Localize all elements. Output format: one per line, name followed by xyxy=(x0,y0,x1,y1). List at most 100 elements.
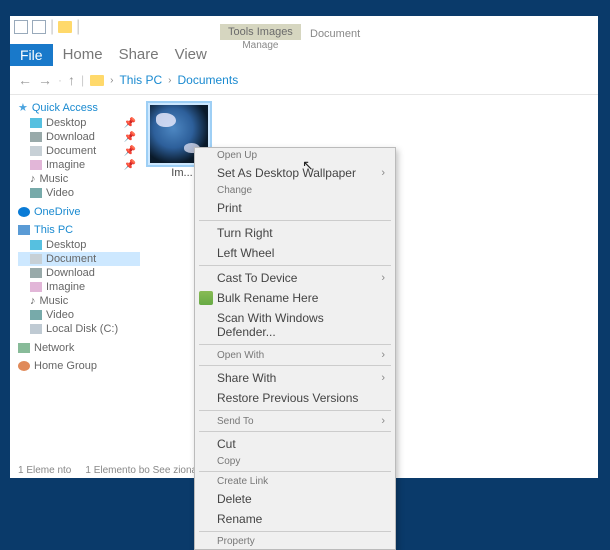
pin-icon: 📌 xyxy=(124,146,136,157)
homegroup-icon xyxy=(18,361,30,371)
separator xyxy=(199,344,391,345)
sidebar-item-pc-music[interactable]: ♪Music xyxy=(18,294,140,308)
status-selection: 1 Elemento bo See zionato xyxy=(85,465,205,476)
context-tab-group[interactable]: Tools Images Manage xyxy=(220,24,301,51)
separator xyxy=(199,220,391,221)
chevron-right-icon: › xyxy=(381,415,385,427)
ribbon-tabs: File Home Share View Tools Images Manage… xyxy=(10,38,598,66)
title-app-icon xyxy=(14,20,28,34)
sidebar-item-pc-imagine[interactable]: Imagine xyxy=(18,280,140,294)
network-icon xyxy=(18,343,30,353)
explorer-window: | | File Home Share View Tools Images Ma… xyxy=(10,16,598,478)
context-menu: Open Up Set As Desktop Wallpaper› Change… xyxy=(194,147,396,550)
separator xyxy=(199,471,391,472)
ctx-bulk-rename[interactable]: Bulk Rename Here xyxy=(195,288,395,308)
home-tab[interactable]: Home xyxy=(55,43,111,66)
sidebar-item-music[interactable]: ♪Music xyxy=(18,172,140,186)
sidebar-network[interactable]: Network xyxy=(18,342,140,354)
sidebar-item-pc-document[interactable]: Document xyxy=(18,252,140,266)
separator xyxy=(199,431,391,432)
pictures-icon xyxy=(30,282,42,292)
ctx-property[interactable]: Property xyxy=(195,534,395,549)
video-icon xyxy=(30,188,42,198)
ctx-copy[interactable]: Copy xyxy=(195,454,395,469)
sidebar-homegroup[interactable]: Home Group xyxy=(18,360,140,372)
ctx-scan[interactable]: Scan With Windows Defender... xyxy=(195,308,395,342)
pin-icon: 📌 xyxy=(124,160,136,171)
document-icon xyxy=(30,254,42,264)
sidebar-item-desktop[interactable]: Desktop📌 xyxy=(18,116,140,130)
separator xyxy=(199,531,391,532)
sidebar-item-pc-disk[interactable]: Local Disk (C:) xyxy=(18,322,140,336)
share-tab[interactable]: Share xyxy=(111,43,167,66)
nav-bar: ← → · ↑ | › This PC › Documents xyxy=(10,66,598,95)
sidebar-quick-access[interactable]: ★Quick Access xyxy=(18,101,140,114)
separator xyxy=(199,410,391,411)
titlebar: | | xyxy=(10,16,598,38)
ctx-turn-right[interactable]: Turn Right xyxy=(195,223,395,243)
ctx-share-with[interactable]: Share With› xyxy=(195,368,395,388)
ctx-print[interactable]: Print xyxy=(195,198,395,218)
pin-icon: 📌 xyxy=(124,132,136,143)
sidebar-item-imagine[interactable]: Imagine📌 xyxy=(18,158,140,172)
ctx-restore[interactable]: Restore Previous Versions xyxy=(195,388,395,408)
sidebar-item-pc-download[interactable]: Download xyxy=(18,266,140,280)
breadcrumb-folder-icon xyxy=(90,75,104,86)
chevron-right-icon: › xyxy=(381,272,385,284)
chevron-right-icon: › xyxy=(110,75,113,86)
download-icon xyxy=(30,268,42,278)
document-icon xyxy=(30,146,42,156)
desktop-icon xyxy=(30,240,42,250)
ctx-create-link[interactable]: Create Link xyxy=(195,474,395,489)
sidebar-item-document[interactable]: Document📌 xyxy=(18,144,140,158)
separator xyxy=(199,365,391,366)
file-tab[interactable]: File xyxy=(10,44,53,66)
sidebar-item-pc-video[interactable]: Video xyxy=(18,308,140,322)
ctx-left-wheel[interactable]: Left Wheel xyxy=(195,243,395,263)
title-tool-icon xyxy=(32,20,46,34)
ctx-cast[interactable]: Cast To Device› xyxy=(195,268,395,288)
chevron-right-icon: › xyxy=(381,167,385,179)
nav-forward[interactable]: → xyxy=(38,72,52,88)
breadcrumb-current[interactable]: Documents xyxy=(178,73,239,87)
chevron-right-icon: › xyxy=(381,349,385,361)
sidebar-item-video[interactable]: Video xyxy=(18,186,140,200)
bulk-rename-icon xyxy=(199,291,213,305)
chevron-right-icon: › xyxy=(168,75,171,86)
ctx-cut[interactable]: Cut xyxy=(195,434,395,454)
pictures-icon xyxy=(30,160,42,170)
context-tab-sub: Manage xyxy=(220,40,301,51)
separator xyxy=(199,265,391,266)
ctx-open[interactable]: Open Up xyxy=(195,148,395,163)
video-icon xyxy=(30,310,42,320)
view-tab[interactable]: View xyxy=(167,43,215,66)
nav-back[interactable]: ← xyxy=(18,72,32,88)
sidebar-item-download[interactable]: Download📌 xyxy=(18,130,140,144)
ctx-delete[interactable]: Delete xyxy=(195,489,395,509)
disk-icon xyxy=(30,324,42,334)
desktop-icon xyxy=(30,118,42,128)
breadcrumb-root[interactable]: This PC xyxy=(119,73,162,87)
status-bar: 1 Eleme nto 1 Elemento bo See zionato xyxy=(18,465,205,476)
sidebar-item-pc-desktop[interactable]: Desktop xyxy=(18,238,140,252)
title-folder-icon xyxy=(58,21,72,33)
music-icon: ♪ xyxy=(30,173,36,185)
ctx-send-to[interactable]: Send To› xyxy=(195,413,395,429)
download-icon xyxy=(30,132,42,142)
thispc-icon xyxy=(18,225,30,235)
document-tab: Document xyxy=(310,28,360,40)
ctx-change[interactable]: Change xyxy=(195,183,395,198)
context-tab-title: Tools Images xyxy=(220,24,301,40)
status-count: 1 Eleme nto xyxy=(18,465,71,476)
onedrive-icon xyxy=(18,207,30,217)
nav-up[interactable]: ↑ xyxy=(68,72,75,88)
ctx-open-with[interactable]: Open With› xyxy=(195,347,395,363)
ctx-rename[interactable]: Rename xyxy=(195,509,395,529)
pin-icon: 📌 xyxy=(124,118,136,129)
ctx-set-wallpaper[interactable]: Set As Desktop Wallpaper› xyxy=(195,163,395,183)
music-icon: ♪ xyxy=(30,295,36,307)
sidebar-onedrive[interactable]: OneDrive xyxy=(18,206,140,218)
sidebar: ★Quick Access Desktop📌 Download📌 Documen… xyxy=(10,95,140,475)
sidebar-thispc[interactable]: This PC xyxy=(18,224,140,236)
chevron-right-icon: › xyxy=(381,372,385,384)
